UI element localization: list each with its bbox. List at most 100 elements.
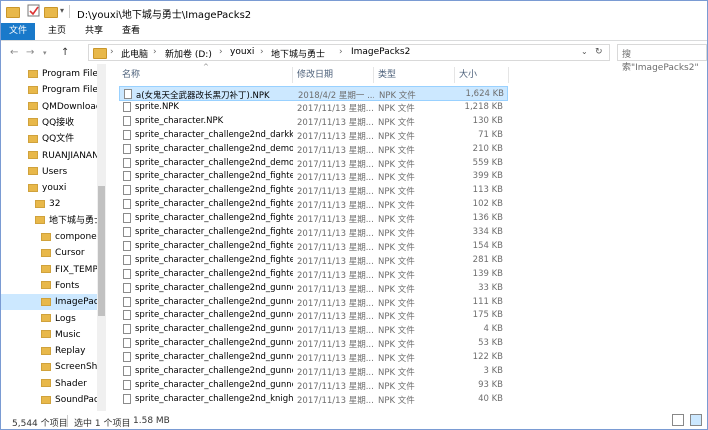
file-date: 2017/11/13 星期... [297,298,373,309]
file-row[interactable]: sprite_character_challenge2nd_fighter...… [119,211,508,226]
file-row[interactable]: sprite_character_challenge2nd_demo... 201… [119,156,508,171]
column-header-name[interactable]: 名称 [122,67,140,83]
file-date: 2017/11/13 星期... [297,326,373,337]
quick-access-dropdown-icon[interactable]: ▾ [60,6,64,15]
nav-item[interactable]: youxi [28,180,97,196]
back-icon[interactable]: ← [10,47,18,58]
column-divider[interactable] [373,67,374,83]
file-row[interactable]: sprite_character_challenge2nd_fighter...… [119,253,508,268]
breadcrumb-youxi[interactable]: youxi [230,47,254,57]
nav-item[interactable]: ImagePack [1,294,97,311]
properties-icon[interactable] [27,4,41,18]
file-date: 2017/11/13 星期... [297,131,373,142]
nav-item[interactable]: Replay [41,343,97,359]
file-row[interactable]: sprite_character_challenge2nd_fighter...… [119,267,508,282]
column-header-size[interactable]: 大小 [459,67,477,83]
nav-item[interactable]: FIX_TEMP_ [41,262,97,278]
file-row[interactable]: sprite_character_challenge2nd_gunne... 20… [119,378,508,393]
nav-item[interactable]: Fonts [41,278,97,294]
nav-item[interactable]: Logs [41,311,97,327]
file-date: 2017/11/13 星期... [297,381,373,392]
file-size: 71 KB [478,129,503,140]
nav-item[interactable]: Music [41,327,97,343]
folder-icon [28,183,38,192]
tab-share[interactable]: 共享 [85,23,103,40]
nav-item[interactable]: RUANJIANAN [28,148,97,164]
address-row: ← → ▾ ↑ › 此电脑 › 新加卷 (D:) › youxi › 地下城与勇… [1,42,707,73]
file-date: 2017/11/13 星期... [297,215,373,226]
tab-view[interactable]: 查看 [122,23,140,40]
recent-dropdown-icon[interactable]: ▾ [43,49,47,57]
file-row[interactable]: sprite_character_challenge2nd_gunne... 20… [119,308,508,323]
breadcrumb-drive[interactable]: 新加卷 (D:) [165,47,212,60]
nav-item[interactable]: Cursor [41,245,97,261]
nav-item[interactable]: QQ接收 [28,115,97,131]
breadcrumb-sep-icon[interactable]: › [153,47,157,57]
address-bar[interactable]: › 此电脑 › 新加卷 (D:) › youxi › 地下城与勇士 › Imag… [88,44,610,61]
large-icons-view-icon[interactable] [690,414,702,426]
nav-item-label: Fonts [55,280,80,291]
nav-item[interactable]: start [41,408,97,411]
breadcrumb-sep-icon[interactable]: › [339,47,343,57]
file-row[interactable]: sprite_character_challenge2nd_fighter...… [119,225,508,240]
file-name: sprite_character_challenge2nd_gunne... [135,296,293,307]
file-row[interactable]: sprite_character_challenge2nd_fighter...… [119,197,508,212]
details-view-icon[interactable] [672,414,684,426]
file-type: NPK 文件 [378,368,415,378]
breadcrumb-this-pc[interactable]: 此电脑 [121,47,148,60]
file-row[interactable]: sprite_character_challenge2nd_fighter...… [119,169,508,184]
file-row[interactable]: sprite_character_challenge2nd_demo... 201… [119,142,508,157]
nav-item[interactable]: componen [41,229,97,245]
address-dropdown-icon[interactable]: ⌄ [581,47,588,56]
navigation-pane: Program Files Program Files QMDownload QQ接收… [1,64,108,411]
forward-icon[interactable]: → [26,47,34,58]
column-header-date[interactable]: 修改日期 [297,67,333,83]
nav-item[interactable]: QQ文件 [28,131,97,147]
file-row[interactable]: sprite_character_challenge2nd_fighter...… [119,183,508,198]
breadcrumb-dnf[interactable]: 地下城与勇士 [271,47,325,60]
file-row[interactable]: sprite_character_challenge2nd_fighter...… [119,239,508,254]
column-header-type[interactable]: 类型 [378,67,396,83]
tab-file[interactable]: 文件 [1,23,35,40]
file-row[interactable]: sprite_character_challenge2nd_gunne... 20… [119,350,508,365]
nav-scrollbar-thumb[interactable] [98,186,105,316]
file-row[interactable]: sprite_character_challenge2nd_gunne... 20… [119,322,508,337]
nav-item[interactable]: 32 [35,196,97,212]
file-date: 2017/11/13 星期... [297,145,373,156]
search-input[interactable]: 搜索"ImagePacks2" [617,44,707,73]
new-folder-icon[interactable] [44,7,58,18]
file-type: NPK 文件 [378,201,415,212]
nav-item[interactable]: ScreenShot [41,359,97,375]
nav-item[interactable]: 地下城与勇士 [35,213,97,229]
file-row[interactable]: sprite_character_challenge2nd_darkk... 20… [119,128,508,143]
column-divider[interactable] [292,67,293,83]
file-row[interactable]: sprite_character_challenge2nd_gunne... 20… [119,295,508,310]
file-row[interactable]: sprite.NPK 2017/11/13 星期... NPK 文件 1,218 KB [119,100,508,115]
file-date: 2017/11/13 星期... [297,117,373,128]
column-divider[interactable] [508,67,509,83]
file-row[interactable]: sprite_character.NPK 2017/11/13 星期... NPK … [119,114,508,129]
file-row[interactable]: sprite_character_challenge2nd_gunne... 20… [119,281,508,296]
tab-home[interactable]: 主页 [48,23,66,40]
file-name: sprite_character_challenge2nd_gunne... [135,338,293,349]
breadcrumb-sep-icon[interactable]: › [110,47,114,57]
column-divider[interactable] [454,67,455,83]
nav-item[interactable]: QMDownload [28,99,97,115]
nav-item[interactable]: Shader [41,376,97,392]
up-icon[interactable]: ↑ [61,47,69,58]
file-row[interactable]: sprite_character_challenge2nd_gunne... 20… [119,364,508,379]
nav-item[interactable]: Users [28,164,97,180]
breadcrumb-imagepacks2[interactable]: ImagePacks2 [351,47,410,57]
file-row[interactable]: sprite_character_challenge2nd_gunne... 20… [119,336,508,351]
file-date: 2017/11/13 星期... [297,242,373,253]
breadcrumb-sep-icon[interactable]: › [219,47,223,57]
nav-item[interactable]: SoundPack [41,392,97,408]
nav-item[interactable]: Program Files [28,82,97,98]
file-row[interactable]: a(女鬼天全武器改长黑刀补丁).NPK 2018/4/2 星期一 ... NPK 文… [119,86,508,101]
nav-scrollbar[interactable] [97,64,106,411]
file-row[interactable]: sprite_character_challenge2nd_knight... 2… [119,392,508,407]
folder-icon [41,379,51,388]
nav-item[interactable]: Program Files [28,66,97,82]
breadcrumb-sep-icon[interactable]: › [260,47,264,57]
refresh-icon[interactable]: ↻ [595,47,603,57]
